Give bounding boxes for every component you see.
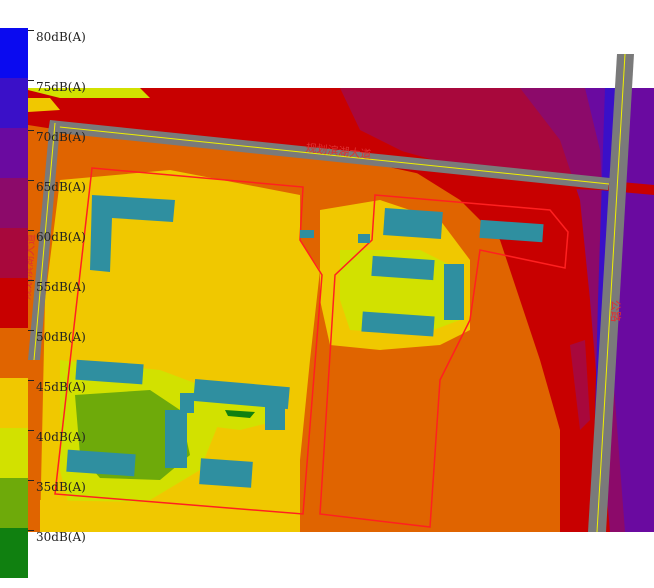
legend-label-45db: 45dB(A) (36, 380, 86, 394)
legend-label-35db: 35dB(A) (36, 480, 86, 494)
legend-label-80db: 80dB(A) (36, 30, 86, 44)
legend-swatch-70db (0, 128, 28, 178)
legend-swatch-75db (0, 78, 28, 128)
legend-label-40db: 40dB(A) (36, 430, 86, 444)
building-s-1 (199, 458, 253, 488)
building-ne-1 (383, 208, 443, 239)
legend-swatch-35db (0, 478, 28, 528)
legend-swatch-80db (0, 28, 28, 78)
legend-swatch-50db (0, 328, 28, 378)
legend-label-70db: 70dB(A) (36, 130, 86, 144)
noise-contour-map: 规划滨湖大道 公路 规划滨湖大道 (19, 53, 654, 533)
legend-label-60db: 60dB(A) (36, 230, 86, 244)
legend-label-50db: 50dB(A) (36, 330, 86, 344)
building-small-2 (358, 234, 370, 243)
legend-swatch-60db (0, 228, 28, 278)
legend-swatch-65db (0, 178, 28, 228)
noise-zone-south-strip (40, 500, 300, 532)
east-road-label: 公路 (609, 300, 622, 322)
building-small-1 (300, 230, 314, 238)
legend-label-30db: 30dB(A) (36, 530, 86, 544)
legend-label-55db: 55dB(A) (36, 280, 86, 294)
legend-swatch-40db (0, 428, 28, 478)
building-w-5 (165, 410, 187, 468)
legend-label-65db: 65dB(A) (36, 180, 86, 194)
legend-swatch-30db (0, 528, 28, 578)
building-e-2 (444, 264, 464, 320)
legend-swatch-45db (0, 378, 28, 428)
building-w-3 (265, 400, 285, 430)
legend-label-75db: 75dB(A) (36, 80, 86, 94)
legend-swatch-55db (0, 278, 28, 328)
